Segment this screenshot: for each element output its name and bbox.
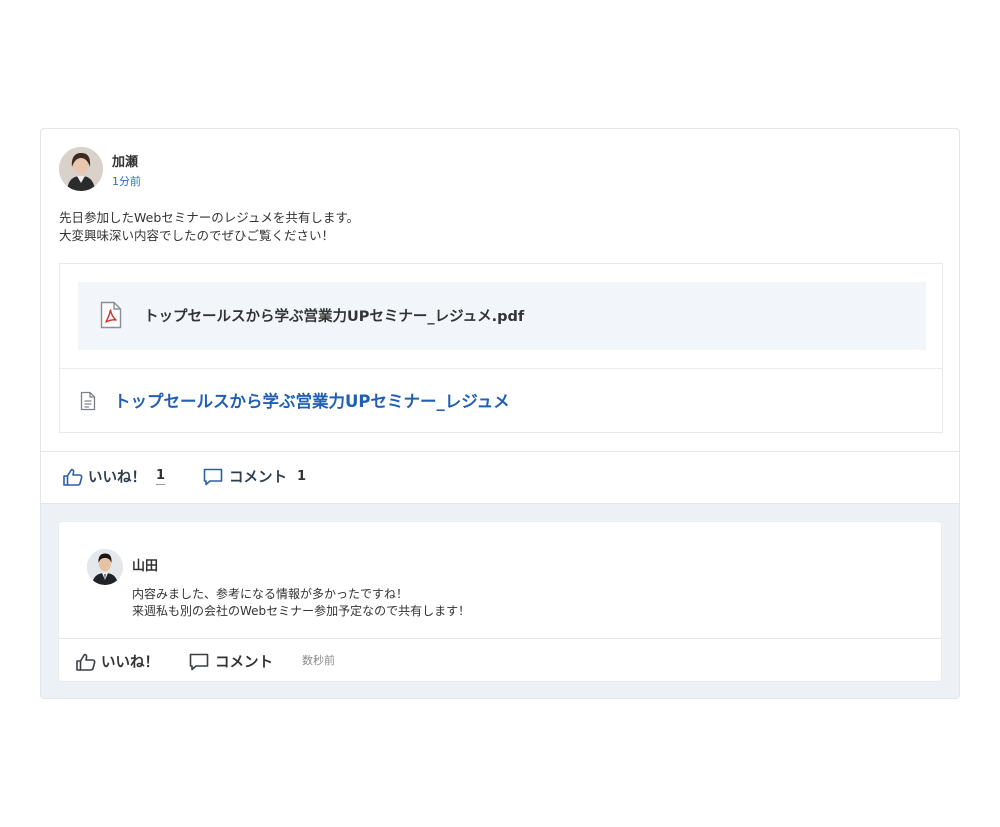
post-comment-button[interactable]: コメント 1 [203, 466, 306, 487]
post-comment-count: 1 [297, 469, 307, 484]
author-avatar[interactable] [59, 147, 103, 191]
attachment-divider [60, 368, 942, 369]
post-body-line: 先日参加したWebセミナーのレジュメを共有します。 [59, 210, 360, 225]
comment-text-line: 内容みました、参考になる情報が多かったですね！ [132, 587, 409, 601]
document-link[interactable]: トップセールスから学ぶ営業力UPセミナー_レジュメ [114, 388, 510, 412]
document-icon [80, 391, 96, 411]
post-like-button[interactable]: いいね！ 1 [63, 466, 166, 487]
pdf-file-row[interactable]: トップセールスから学ぶ営業力UPセミナー_レジュメ.pdf [78, 282, 926, 350]
pdf-file-name[interactable]: トップセールスから学ぶ営業力UPセミナー_レジュメ.pdf [144, 305, 524, 326]
commenter-name[interactable]: 山田 [132, 555, 158, 574]
post-like-count[interactable]: 1 [156, 468, 166, 485]
author-name[interactable]: 加瀬 [112, 151, 138, 170]
pdf-file-icon [100, 301, 122, 329]
speech-bubble-icon [189, 653, 209, 670]
comment-text: 内容みました、参考になる情報が多かったですね！ 来週私も別の会社のWebセミナー… [132, 586, 470, 620]
post-card: 加瀬 1分前 先日参加したWebセミナーのレジュメを共有します。 大変興味深い内… [40, 128, 960, 699]
thumbs-up-icon [63, 468, 83, 486]
post-body-line: 大変興味深い内容でしたのでぜひご覧ください！ [59, 228, 335, 243]
post-comment-label: コメント [229, 470, 287, 486]
post-actions-divider [41, 451, 959, 452]
attachment-card: トップセールスから学ぶ営業力UPセミナー_レジュメ.pdf トップセールスから学… [59, 263, 943, 433]
comment-like-button[interactable]: いいね！ [76, 651, 159, 672]
post-body: 先日参加したWebセミナーのレジュメを共有します。 大変興味深い内容でしたのでぜ… [59, 209, 359, 245]
comments-section: 山田 内容みました、参考になる情報が多かったですね！ 来週私も別の会社のWebセ… [41, 503, 959, 698]
comment-like-label: いいね！ [101, 655, 159, 671]
speech-bubble-icon [203, 468, 223, 485]
comment-reply-button[interactable]: コメント [189, 651, 273, 672]
post-like-label: いいね！ [88, 470, 146, 486]
thumbs-up-icon [76, 653, 96, 671]
commenter-avatar[interactable] [87, 549, 123, 585]
comment-reply-label: コメント [215, 655, 273, 671]
post-timestamp[interactable]: 1分前 [112, 173, 141, 189]
comment-timestamp: 数秒前 [302, 654, 335, 667]
comment-card: 山田 内容みました、参考になる情報が多かったですね！ 来週私も別の会社のWebセ… [58, 521, 942, 682]
comment-actions-divider [59, 638, 941, 639]
comment-text-line: 来週私も別の会社のWebセミナー参加予定なので共有します！ [132, 604, 471, 618]
